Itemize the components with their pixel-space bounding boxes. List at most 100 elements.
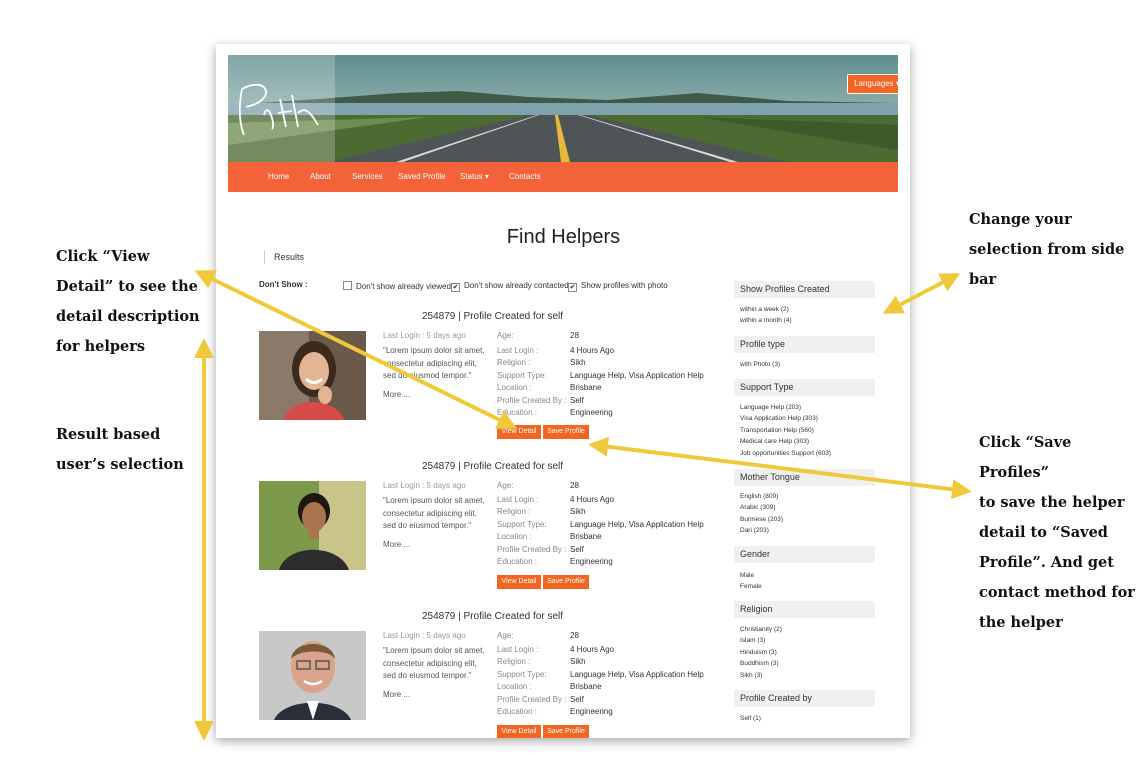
sidebar-filter-item[interactable]: within a week (2) (740, 306, 789, 313)
sidebar-filter-item[interactable]: Visa Application Help (303) (740, 415, 818, 422)
checkbox-unchecked-icon[interactable] (343, 281, 352, 290)
detail-value: Engineering (570, 707, 613, 716)
profile-description: "Lorem ipsum dolor sit amet, consectetur… (383, 646, 485, 680)
save-profile-button[interactable]: Save Profile (543, 725, 589, 738)
sidebar-filter-item[interactable]: English (809) (740, 493, 778, 500)
detail-label: Profile Created By : (497, 695, 567, 704)
annotation-change-selection: Change your selection from side bar (969, 211, 1125, 288)
detail-label: Location : (497, 532, 532, 541)
detail-value: Language Help, Visa Application Help (570, 520, 704, 529)
detail-label: Location : (497, 682, 532, 691)
checkbox-checked-icon[interactable]: ✔ (568, 283, 577, 292)
nav-about[interactable]: About (310, 162, 331, 192)
detail-value: Self (570, 396, 584, 405)
profile-photo[interactable] (259, 631, 366, 720)
sidebar-filter-item[interactable]: Burmese (203) (740, 516, 783, 523)
view-detail-button[interactable]: View Detail (497, 425, 541, 439)
nav-contacts[interactable]: Contacts (509, 162, 541, 192)
sidebar-filter-item[interactable]: Sikh (3) (740, 672, 762, 679)
filter-with-photo-checkbox[interactable]: ✔ Show profiles with photo (568, 281, 668, 292)
detail-value: Brisbane (570, 383, 602, 392)
sidebar-heading: Support Type (734, 379, 875, 396)
filter-already-contacted-checkbox[interactable]: ✔ Don't show already contacted (451, 281, 569, 292)
main-navigation: Home About Services Saved Profile Status… (228, 162, 898, 192)
detail-value: Engineering (570, 408, 613, 417)
sidebar-filter-item[interactable]: Self (1) (740, 715, 761, 722)
sidebar-filter-item[interactable]: Christianity (2) (740, 626, 782, 633)
nav-services[interactable]: Services (352, 162, 383, 192)
nav-home[interactable]: Home (268, 162, 289, 192)
profile-title: 254879 | Profile Created for self (422, 611, 564, 622)
sidebar-heading: Show Profiles Created (734, 281, 875, 298)
view-detail-button[interactable]: View Detail (497, 575, 541, 589)
sidebar-filter-item[interactable]: Language Help (203) (740, 404, 801, 411)
more-link[interactable]: More ... (383, 390, 410, 399)
sidebar-filter-item[interactable]: Male (740, 572, 754, 579)
detail-label: Profile Created By : (497, 545, 567, 554)
save-profile-button[interactable]: Save Profile (543, 425, 589, 439)
detail-label: Age: (497, 331, 514, 340)
checkbox-checked-icon[interactable]: ✔ (451, 283, 460, 292)
annotation-save-profiles: Click “Save Profiles” to save the helper… (979, 434, 1135, 631)
profile-card: 254879 | Profile Created for self Last L… (216, 311, 736, 451)
filter-label: Don't Show : (259, 280, 308, 289)
sidebar-filter-item[interactable]: Hinduism (3) (740, 649, 777, 656)
header-banner: Languages ▾ (228, 55, 898, 162)
road-landscape-image (228, 55, 898, 162)
profile-description: "Lorem ipsum dolor sit amet, consectetur… (383, 496, 485, 530)
detail-value: Self (570, 545, 584, 554)
detail-value: Self (570, 695, 584, 704)
profile-description: "Lorem ipsum dolor sit amet, consectetur… (383, 346, 485, 380)
detail-label: Support Type: (497, 371, 547, 380)
breadcrumb[interactable]: Results (264, 250, 304, 264)
sidebar-heading: Profile Created by (734, 690, 875, 707)
save-profile-button[interactable]: Save Profile (543, 575, 589, 589)
sidebar-filter-item[interactable]: within a month (4) (740, 317, 792, 324)
detail-value: Engineering (570, 557, 613, 566)
profile-photo[interactable] (259, 331, 366, 420)
detail-label: Support Type: (497, 670, 547, 679)
detail-value: 4 Hours Ago (570, 495, 615, 504)
person-photo-icon (259, 631, 366, 720)
detail-label: Support Type: (497, 520, 547, 529)
profile-card: 254879 | Profile Created for self Last L… (216, 461, 736, 601)
sidebar-heading: Gender (734, 546, 875, 563)
detail-label: Education : (497, 707, 538, 716)
languages-dropdown-button[interactable]: Languages ▾ (847, 74, 898, 94)
page-title: Find Helpers (506, 226, 621, 248)
sidebar-filter-item[interactable]: Job opportunities Support (603) (740, 450, 831, 457)
detail-label: Age: (497, 481, 514, 490)
sidebar-filter-item[interactable]: Female (740, 583, 762, 590)
sidebar-filter-item[interactable]: Dari (203) (740, 527, 769, 534)
profile-card: 254879 | Profile Created for self Last L… (216, 611, 736, 738)
sidebar-filter-item[interactable]: Medical care Help (303) (740, 438, 809, 445)
filter-already-viewed-checkbox[interactable]: Don't show already viewed (343, 281, 451, 291)
detail-label: Age: (497, 631, 514, 640)
person-photo-icon (259, 331, 366, 420)
sidebar-filter-item[interactable]: with Photo (3) (740, 361, 780, 368)
more-link[interactable]: More ... (383, 540, 410, 549)
detail-value: 28 (570, 631, 579, 640)
view-detail-button[interactable]: View Detail (497, 725, 541, 738)
profile-title: 254879 | Profile Created for self (422, 311, 564, 322)
detail-label: Religion : (497, 507, 531, 516)
detail-label: Last Login : (497, 645, 539, 654)
person-photo-icon (259, 481, 366, 570)
profile-photo[interactable] (259, 481, 366, 570)
sidebar-filter-item[interactable]: Transportation Help (560) (740, 427, 814, 434)
nav-saved-profile[interactable]: Saved Profile (398, 162, 446, 192)
detail-value: 28 (570, 481, 579, 490)
nav-status-dropdown[interactable]: Status ▾ (460, 162, 489, 192)
sidebar-heading: Religion (734, 601, 875, 618)
detail-value: 4 Hours Ago (570, 645, 615, 654)
detail-label: Religion : (497, 657, 531, 666)
sidebar-filter-item[interactable]: Islam (3) (740, 637, 765, 644)
sidebar-filter-item[interactable]: Arabic (309) (740, 504, 775, 511)
detail-value: Language Help, Visa Application Help (570, 670, 704, 679)
detail-label: Religion : (497, 358, 531, 367)
more-link[interactable]: More ... (383, 690, 410, 699)
detail-label: Last Login : (497, 495, 539, 504)
detail-value: Sikh (570, 507, 586, 516)
annotation-result-based: Result based user’s selection (56, 426, 184, 473)
sidebar-filter-item[interactable]: Buddhism (3) (740, 660, 779, 667)
